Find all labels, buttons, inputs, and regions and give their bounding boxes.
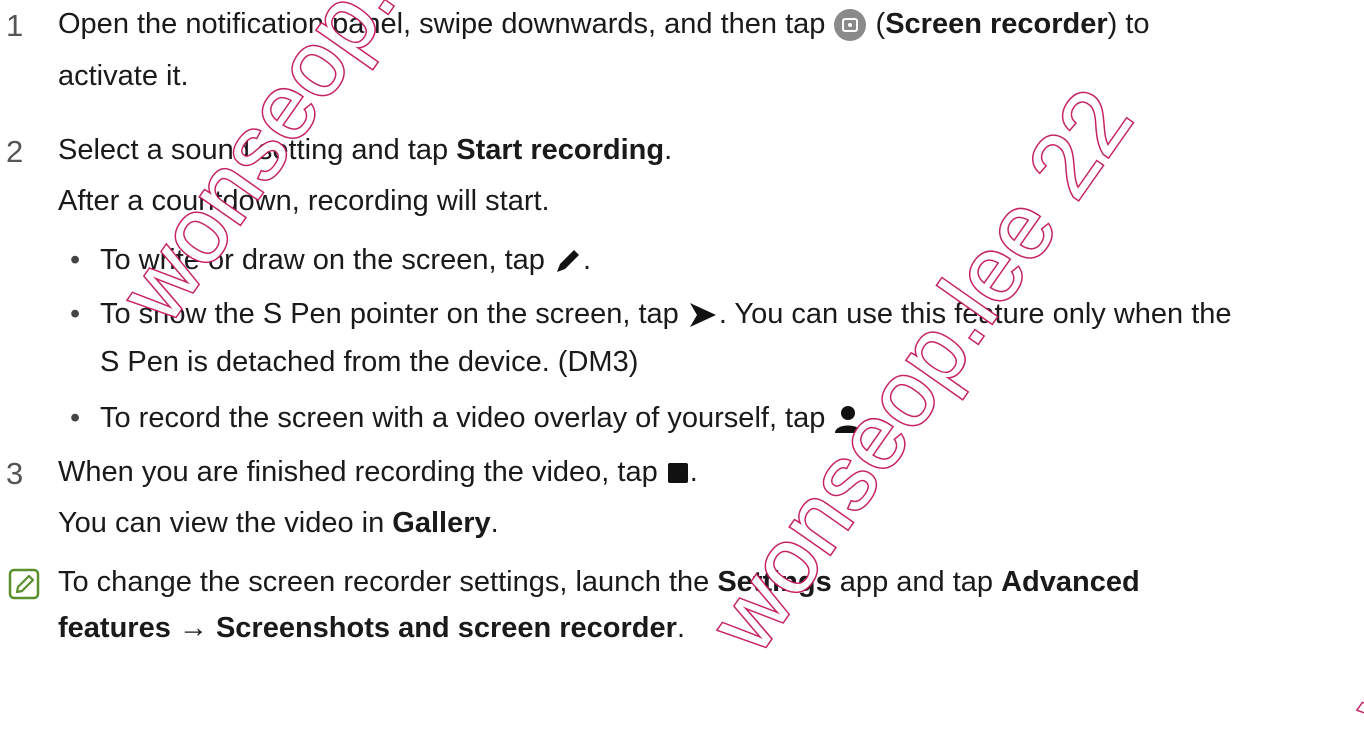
step-text-continued: activate it. (58, 60, 189, 92)
step-text-part: . (664, 134, 673, 166)
bullet-text: . You can use this feature only when the (718, 298, 1232, 330)
note-arrow: → (170, 612, 216, 644)
note-bold-term: Settings (717, 566, 832, 598)
step-number: 1 (6, 8, 24, 43)
pointer-icon (689, 303, 716, 328)
step-text-part: Open the notification panel, swipe downw… (58, 8, 826, 40)
step-bold-term: Gallery (392, 507, 491, 539)
pen-icon (556, 250, 579, 273)
note-bold-term: Screenshots and screen recorder (215, 612, 677, 644)
step-bold-term: Start recording (456, 134, 665, 166)
step-number: 3 (6, 456, 24, 491)
stop-icon (667, 463, 688, 484)
note-bold-term: Advanced (1001, 566, 1140, 598)
note-text-part: . (676, 612, 685, 644)
step-text-continued: You can view the video in Gallery. (58, 507, 499, 540)
step-text-part: . (490, 507, 499, 539)
bullet-marker: • (70, 244, 81, 276)
step-text-part: Select a sound setting and tap (58, 134, 457, 166)
watermark: wonseop.lee 22 (1329, 150, 1364, 750)
bullet-marker: • (70, 298, 81, 330)
bullet-text: . (582, 244, 592, 276)
note-text-part: To change the screen recorder settings, … (58, 566, 718, 598)
step-text-part: ( (867, 8, 886, 40)
step-text: When you are finished recording the vide… (58, 456, 698, 489)
step-number: 2 (6, 134, 24, 169)
bullet-marker: • (70, 402, 81, 434)
bullet-item-person: To record the screen with a video overla… (100, 402, 872, 435)
person-icon (835, 406, 862, 434)
step-text-part: . (689, 456, 698, 488)
step-text-part: When you are finished recording the vide… (58, 456, 658, 488)
step-text: Select a sound setting and tap Start rec… (58, 134, 672, 167)
note-bold-term: features (58, 612, 171, 644)
bullet-text: To record the screen with a video overla… (100, 402, 826, 434)
bullet-text: To write or draw on the screen, tap (100, 244, 545, 276)
step-bold-term: Screen recorder (885, 8, 1108, 40)
note-text-part: app and tap (831, 566, 1002, 598)
bullet-item-pointer: To show the S Pen pointer on the screen,… (100, 298, 1232, 331)
bullet-item-pen: To write or draw on the screen, tap . (100, 244, 591, 277)
step-text: Open the notification panel, swipe downw… (58, 8, 1150, 42)
screen-recorder-icon (834, 9, 867, 42)
watermark: wonseop.lee 22 (99, 0, 563, 341)
bullet-text-continued: S Pen is detached from the device. (DM3) (100, 346, 639, 378)
note-text: To change the screen recorder settings, … (58, 566, 1140, 599)
step-text-part: You can view the video in (58, 507, 393, 539)
step-text-continued: After a countdown, recording will start. (58, 185, 550, 217)
note-text-continued: features → Screenshots and screen record… (58, 612, 685, 645)
bullet-text: To show the S Pen pointer on the screen,… (100, 298, 679, 330)
step-text-part: ) to (1107, 8, 1150, 40)
bullet-text: . (863, 402, 872, 434)
note-icon (8, 568, 40, 600)
